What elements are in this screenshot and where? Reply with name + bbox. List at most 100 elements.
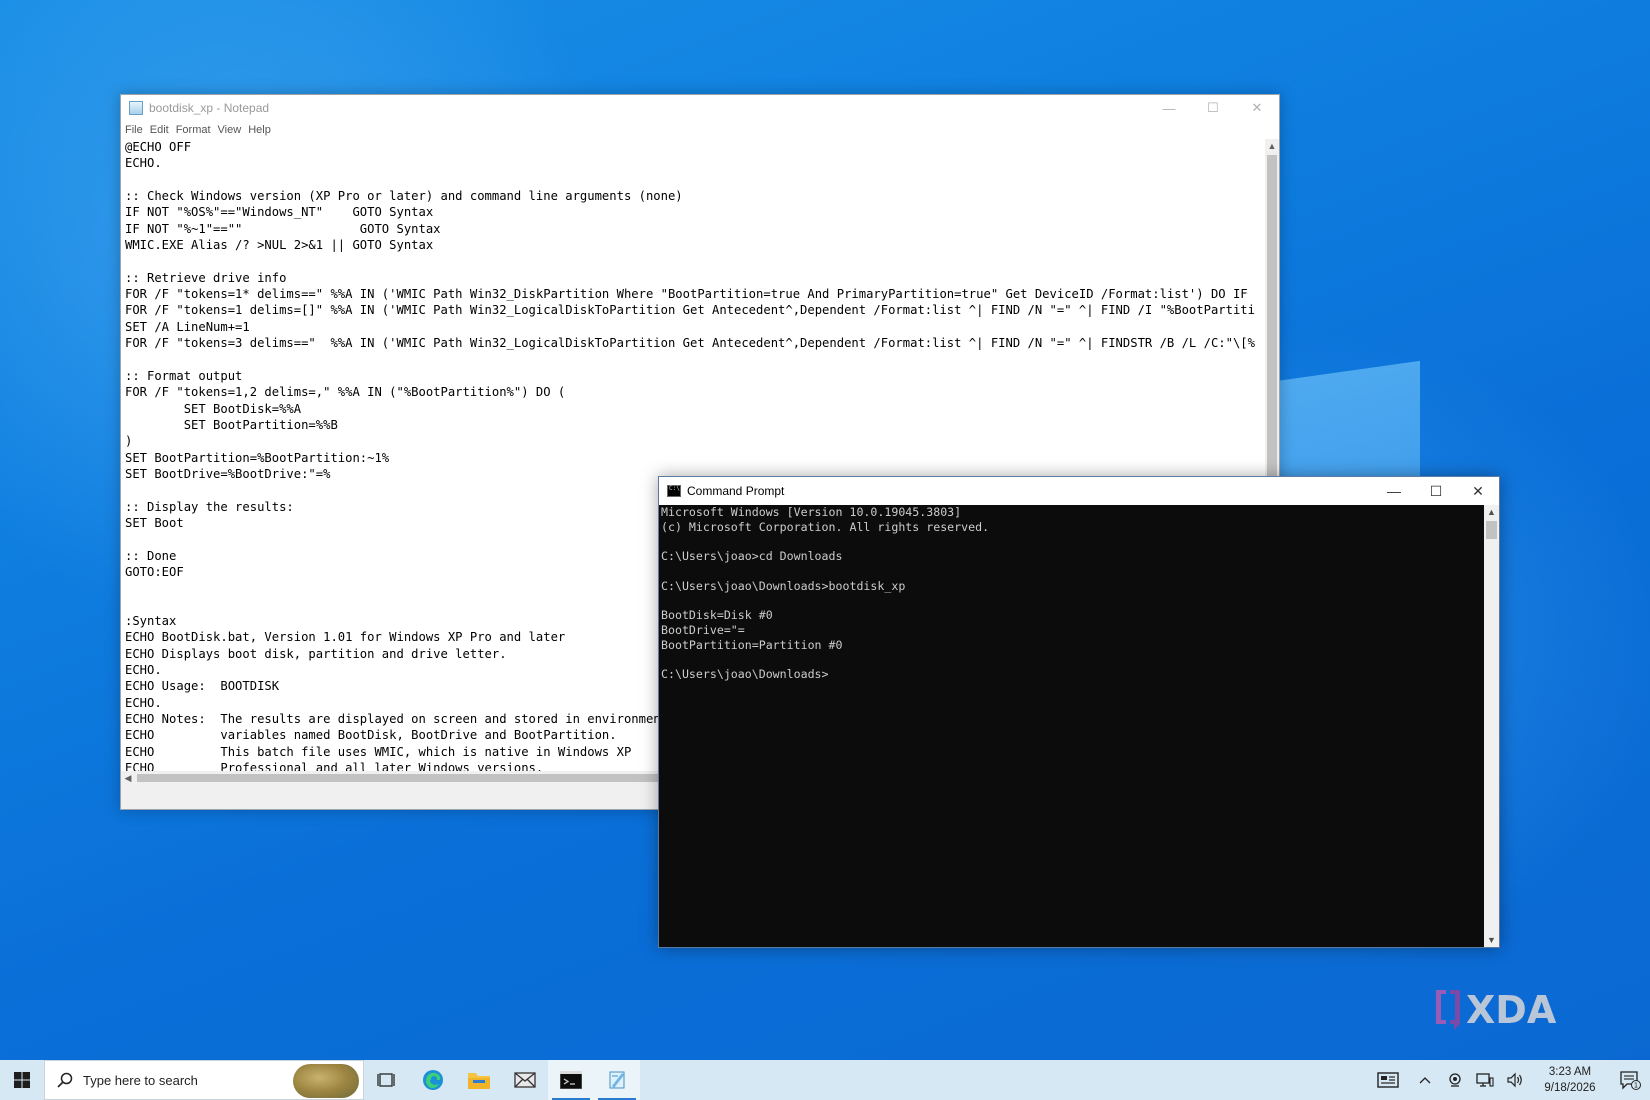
notepad-text-line: SET BootPartition=%BootPartition:~1% — [125, 450, 390, 465]
notepad-taskbar-button[interactable] — [594, 1060, 640, 1100]
network-button[interactable] — [1470, 1060, 1500, 1100]
webcam-icon — [1449, 1073, 1461, 1087]
notepad-text-line: IF NOT "%~1"=="" GOTO Syntax — [125, 221, 441, 236]
notepad-text-line — [125, 172, 1265, 188]
cmd-console-output[interactable]: Microsoft Windows [Version 10.0.19045.38… — [661, 505, 1483, 947]
xda-logo-icon: XDA — [1436, 988, 1557, 1032]
notepad-text-line: SET BootDisk=%%A — [125, 401, 302, 416]
file-explorer-icon — [468, 1073, 490, 1089]
scroll-down-arrow-icon[interactable]: ▼ — [1484, 933, 1499, 947]
notepad-text-line: :: Format output — [125, 368, 243, 383]
start-button[interactable] — [0, 1060, 44, 1100]
console-line: C:\Users\joao\Downloads> — [661, 667, 829, 682]
notepad-text-line: @ECHO OFF — [125, 140, 192, 154]
console-line: (c) Microsoft Corporation. All rights re… — [661, 519, 990, 534]
notification-icon: 1 — [1620, 1071, 1641, 1090]
minimize-button[interactable]: — — [1147, 95, 1191, 121]
scroll-up-arrow-icon[interactable]: ▲ — [1265, 139, 1279, 153]
menu-view[interactable]: View — [218, 124, 242, 136]
file-explorer-button[interactable] — [456, 1060, 502, 1100]
xda-watermark-logo: XDA — [1432, 982, 1592, 1032]
windows-logo-icon — [14, 1072, 30, 1088]
notepad-icon — [609, 1071, 625, 1089]
notepad-text-line: :: Check Windows version (XP Pro or late… — [125, 189, 683, 204]
menu-file[interactable]: File — [125, 124, 143, 136]
command-prompt-taskbar-button[interactable] — [548, 1060, 594, 1100]
console-line: Microsoft Windows [Version 10.0.19045.38… — [661, 505, 962, 519]
menu-edit[interactable]: Edit — [150, 124, 169, 136]
edge-icon — [423, 1070, 443, 1090]
edge-button[interactable] — [410, 1060, 456, 1100]
chevron-up-icon — [1419, 1077, 1431, 1084]
search-placeholder: Type here to search — [83, 1072, 198, 1088]
notepad-text-line: :: Retrieve drive info — [125, 270, 287, 285]
news-widget-button[interactable] — [1366, 1060, 1410, 1100]
notepad-text-line: ECHO. — [125, 156, 162, 171]
console-line: C:\Users\joao\Downloads>bootdisk_xp — [661, 578, 906, 593]
notepad-text-line: FOR /F "tokens=1* delims==" %%A IN ('WMI… — [125, 287, 1248, 302]
notepad-icon — [129, 101, 143, 115]
cmd-titlebar[interactable]: Command Prompt — ☐ ✕ — [659, 477, 1499, 505]
menu-help[interactable]: Help — [248, 124, 271, 136]
notepad-text-line — [125, 253, 1265, 269]
scrollbar-thumb[interactable] — [1267, 155, 1277, 485]
scrollbar-thumb[interactable] — [1486, 521, 1497, 539]
search-highlight-image — [293, 1064, 359, 1098]
taskbar: Type here to search 3:23 AM 9/18/2026 1 — [0, 1060, 1650, 1100]
minimize-button[interactable]: — — [1373, 477, 1415, 505]
menu-format[interactable]: Format — [176, 124, 211, 136]
network-icon — [1476, 1073, 1494, 1087]
scroll-up-arrow-icon[interactable]: ▲ — [1484, 505, 1499, 519]
notepad-text-line — [125, 351, 1265, 367]
console-line: BootPartition=Partition #0 — [661, 637, 843, 652]
volume-button[interactable] — [1500, 1060, 1530, 1100]
close-button[interactable]: ✕ — [1457, 477, 1499, 505]
command-prompt-icon — [667, 485, 681, 497]
console-line: BootDisk=Disk #0 — [661, 608, 773, 623]
mail-icon — [514, 1072, 536, 1088]
svg-text:XDA: XDA — [1466, 988, 1557, 1032]
speaker-icon — [1507, 1072, 1522, 1088]
taskbar-clock[interactable]: 3:23 AM 9/18/2026 — [1530, 1064, 1610, 1096]
notepad-text-line: FOR /F "tokens=1 delims=[]" %%A IN ('WMI… — [125, 303, 1255, 318]
window-controls: — ☐ ✕ — [1373, 477, 1499, 505]
console-line: BootDrive="= — [661, 623, 745, 637]
notepad-text-line: SET /A LineNum+=1 — [125, 319, 250, 334]
notepad-title: bootdisk_xp - Notepad — [149, 101, 270, 115]
clock-date: 9/18/2026 — [1544, 1082, 1596, 1094]
taskbar-search-box[interactable]: Type here to search — [44, 1060, 364, 1100]
cmd-title: Command Prompt — [687, 484, 785, 498]
maximize-button[interactable]: ☐ — [1191, 95, 1235, 121]
meet-now-button[interactable] — [1440, 1060, 1470, 1100]
notepad-text-line: SET BootPartition=%%B — [125, 417, 338, 432]
notepad-titlebar[interactable]: bootdisk_xp - Notepad — ☐ ✕ — [121, 95, 1279, 121]
console-line: C:\Users\joao>cd Downloads — [661, 549, 843, 564]
maximize-button[interactable]: ☐ — [1415, 477, 1457, 505]
svg-text:1: 1 — [1634, 1082, 1638, 1090]
notepad-text-line: FOR /F "tokens=1,2 delims=," %%A IN ("%B… — [125, 385, 566, 400]
search-icon — [57, 1072, 73, 1088]
scroll-left-arrow-icon[interactable]: ◀ — [121, 771, 135, 785]
notepad-text-line: ) — [125, 434, 133, 449]
command-prompt-icon — [560, 1071, 582, 1089]
notepad-text-line: WMIC.EXE Alias /? >NUL 2>&1 || GOTO Synt… — [125, 238, 434, 253]
news-icon — [1377, 1072, 1399, 1088]
task-view-icon — [377, 1073, 395, 1087]
window-controls: — ☐ ✕ — [1147, 95, 1279, 121]
system-tray: 3:23 AM 9/18/2026 1 — [1366, 1060, 1650, 1100]
show-hidden-icons-button[interactable] — [1410, 1060, 1440, 1100]
close-button[interactable]: ✕ — [1235, 95, 1279, 121]
task-view-button[interactable] — [364, 1060, 410, 1100]
notepad-menubar: File Edit Format View Help — [121, 121, 1279, 139]
notepad-text-line: FOR /F "tokens=3 delims==" %%A IN ('WMIC… — [125, 336, 1255, 351]
action-center-button[interactable]: 1 — [1610, 1060, 1650, 1100]
clock-time: 3:23 AM — [1548, 1066, 1592, 1078]
mail-button[interactable] — [502, 1060, 548, 1100]
vertical-scrollbar[interactable]: ▲ ▼ — [1484, 505, 1499, 947]
command-prompt-window[interactable]: Command Prompt — ☐ ✕ Microsoft Windows [… — [658, 476, 1500, 948]
notepad-text-line: IF NOT "%OS%"=="Windows_NT" GOTO Syntax — [125, 205, 434, 220]
